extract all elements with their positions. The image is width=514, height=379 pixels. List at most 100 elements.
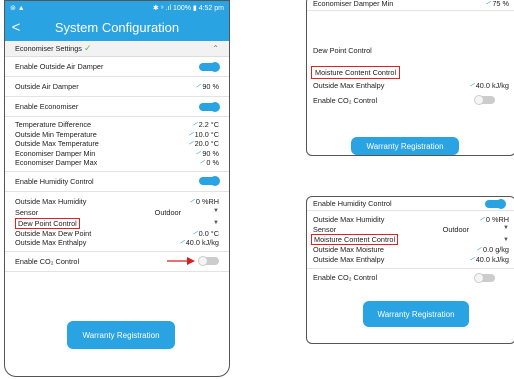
warranty-registration-button[interactable]: Warranty Registration [351,137,459,155]
label: Outside Min Temperature [15,129,97,139]
label: Enable CO₂ Control [313,273,378,282]
row-enable-co2-control: Enable CO₂ Control [307,268,514,286]
pencil-icon: / [468,81,475,89]
pencil-icon: / [485,0,492,7]
toggle-switch-on[interactable] [199,101,220,112]
label: Outside Max Moisture [313,245,384,255]
warranty-registration-button[interactable]: Warranty Registration [363,301,469,327]
value: 0 %RH [195,196,219,206]
label: Enable Economiser [15,102,79,111]
pencil-icon: / [187,130,194,138]
value: 40.0 kJ/kg [475,80,509,90]
sensor-select[interactable]: Outdoor [155,208,181,217]
row-enable-economiser: Enable Economiser [5,97,229,117]
row-moisture-content-control[interactable]: Moisture Content Control ▼ [307,234,514,245]
row-outside-max-enthalpy[interactable]: Outside Max Enthalpy /40.0 kJ/kg [307,255,514,265]
label: Outside Max Humidity [15,196,87,206]
pencil-icon: / [199,159,206,167]
section-economiser-settings[interactable]: Economiser Settings ✓ ⌃ [5,41,229,57]
dropdown-caret-icon[interactable]: ▼ [503,237,509,243]
label: Outside Max Enthalpy [15,238,87,248]
row-sensor[interactable]: Sensor Outdoor ▼ [307,225,514,235]
row-outside-max-humidity[interactable]: Outside Max Humidity /0 %RH [307,215,514,225]
toggle-switch-off[interactable] [198,256,219,266]
label: Enable CO₂ Control [15,256,80,266]
row-outside-max-dew-point[interactable]: Outside Max Dew Point /0.0 °C [5,229,229,239]
row-dew-point-control[interactable]: Dew Point Control ▼ [5,217,229,229]
pencil-icon: / [476,246,483,254]
dropdown-caret-icon[interactable]: ▼ [213,208,219,217]
page-title: System Configuration [54,20,180,35]
row-economiser-damper-max[interactable]: Economiser Damper Max /0 % [5,158,229,168]
row-temperature-difference[interactable]: Temperature Difference /2.2 °C [5,120,229,130]
warranty-registration-button[interactable]: Warranty Registration [67,321,175,349]
value: 0.0 g/kg [483,245,509,255]
row-enable-outside-air-damper: Enable Outside Air Damper [5,57,229,77]
dropdown-panel-top: Economiser Damper Min /75 % Dew Point Co… [306,0,514,156]
chevron-up-icon[interactable]: ⌃ [212,44,219,53]
label: Outside Max Temperature [15,139,99,149]
menu-spacer [307,57,514,65]
humidity-group: Outside Max Humidity/0 %RH Sensor Outdoor… [307,211,514,268]
row-outside-max-temperature[interactable]: Outside Max Temperature /20.0 °C [5,139,229,149]
row-economiser-damper-min[interactable]: Economiser Damper Min /90 % [5,149,229,159]
row-outside-air-damper[interactable]: Outside Air Damper /90 % [5,77,229,97]
row-outside-min-temperature[interactable]: Outside Min Temperature /10.0 °C [5,130,229,140]
back-arrow-icon[interactable]: < [5,19,27,36]
row-economiser-damper-min[interactable]: Economiser Damper Min /75 % [307,0,514,11]
label: Enable CO₂ Control [313,95,378,105]
pencil-icon: / [187,140,194,148]
pencil-icon: / [478,216,485,224]
pencil-icon: / [468,255,475,263]
value: 90 % [202,148,219,158]
row-outside-max-moisture[interactable]: Outside Max Moisture /0.0 g/kg [307,245,514,255]
value: 10.0 °C [194,129,219,139]
sensor-select[interactable]: Outdoor [443,225,469,234]
toggle-switch-on[interactable] [485,198,506,209]
value: 40.0 kJ/kg [185,238,219,248]
section-label: Economiser Settings [15,44,82,53]
label: Sensor [15,207,39,217]
value: 90 % [202,82,219,91]
status-bar: ⊚ ▲ ✱ ⁹ .ıl 100% ▮ 4:52 pm [5,1,229,14]
toggle-switch-on[interactable] [199,176,220,186]
pencil-icon: / [188,197,195,205]
value: 0 % [206,158,219,168]
value: 0 %RH [485,215,509,225]
dropdown-caret-icon[interactable]: ▼ [213,220,219,226]
status-left: ⊚ ▲ [10,4,25,12]
dropdown-caret-icon[interactable]: ▼ [503,225,509,234]
toggle-switch-off[interactable] [474,272,495,283]
label: Outside Air Damper [15,82,79,91]
pencil-icon: / [195,83,202,90]
label: Economiser Damper Min [313,0,394,8]
value: 20.0 °C [194,139,219,149]
row-outside-max-humidity[interactable]: Outside Max Humidity /0 %RH [5,196,229,207]
label: Sensor [313,224,337,234]
temperature-group: Temperature Difference/2.2 °C Outside Mi… [5,117,229,172]
value: 0.0 °C [198,228,219,238]
label: Outside Max Humidity [313,215,385,225]
row-outside-max-enthalpy[interactable]: Outside Max Enthalpy /40.0 kJ/kg [307,79,514,91]
value: 2.2 °C [198,120,219,130]
label: Outside Max Dew Point [15,228,92,238]
app-bar: < System Configuration [5,14,229,41]
highlighted-label: Moisture Content Control [311,65,401,79]
pencil-icon: / [195,149,202,157]
menu-option-dew-point[interactable]: Dew Point Control [307,43,514,57]
settings-panel-bottom: Enable Humidity Control Outside Max Humi… [306,196,514,344]
label: Economiser Damper Max [15,158,98,168]
annotation-arrow-icon [167,257,195,265]
row-outside-max-enthalpy[interactable]: Outside Max Enthalpy /40.0 kJ/kg [5,238,229,248]
row-sensor[interactable]: Sensor Outdoor ▼ [5,207,229,218]
label: Enable Outside Air Damper [15,62,104,71]
humidity-group: Outside Max Humidity /0 %RH Sensor Outdoor… [5,192,229,252]
toggle-switch-off[interactable] [474,95,495,105]
label: Dew Point Control [313,45,372,55]
row-enable-co2-control: Enable CO₂ Control [307,91,514,109]
status-right: ✱ ⁹ .ıl 100% ▮ 4:52 pm [152,4,224,12]
menu-option-moisture-content[interactable]: Moisture Content Control [307,65,514,79]
menu-spacer [307,11,514,43]
toggle-switch-on[interactable] [199,61,220,72]
highlighted-label: Dew Point Control [15,217,80,229]
